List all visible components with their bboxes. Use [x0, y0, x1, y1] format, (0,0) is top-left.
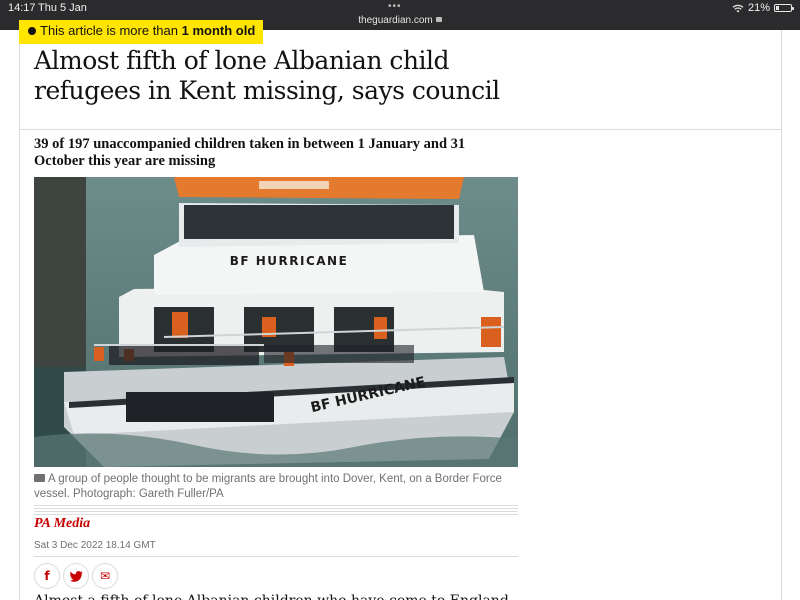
byline-author[interactable]: PA Media: [34, 516, 90, 532]
article-age-warning: This article is more than 1 month old: [19, 20, 263, 44]
multitask-dots-icon[interactable]: •••: [388, 1, 402, 12]
camera-icon: [34, 474, 45, 482]
headline-divider: [20, 129, 781, 130]
age-warning-text: This article is more than: [40, 23, 182, 38]
status-date: Thu 5 Jan: [38, 2, 87, 14]
battery-icon: [774, 4, 794, 12]
status-time: 14:17: [8, 2, 36, 14]
lock-icon: [435, 17, 442, 22]
article-body: Almost a fifth of lone Albanian children…: [34, 592, 518, 600]
meta-divider: [34, 556, 518, 557]
share-facebook-button[interactable]: f: [34, 563, 60, 589]
twitter-icon: [69, 570, 82, 582]
boat-name-top: BF HURRICANE: [230, 254, 349, 268]
photo-caption: A group of people thought to be migrants…: [34, 472, 504, 502]
section-rule: [34, 505, 518, 515]
wifi-icon: [732, 4, 744, 12]
age-warning-emphasis: 1 month old: [181, 23, 256, 38]
photo-caption-text: A group of people thought to be migrants…: [34, 473, 502, 500]
article-dateline: Sat 3 Dec 2022 18.14 GMT: [34, 540, 156, 551]
share-twitter-button[interactable]: [63, 563, 89, 589]
address-url: theguardian.com: [358, 15, 433, 26]
article-headline: Almost fifth of lone Albanian child refu…: [34, 46, 500, 105]
share-email-button[interactable]: ✉: [92, 563, 118, 589]
facebook-icon: f: [44, 569, 50, 583]
article-standfirst: 39 of 197 unaccompanied children taken i…: [34, 136, 466, 169]
email-icon: ✉: [99, 569, 111, 583]
clock-icon: [28, 27, 36, 35]
battery-percent: 21%: [747, 2, 770, 14]
article-photo[interactable]: BF HURRICANE BF HURRICANE: [34, 177, 518, 467]
